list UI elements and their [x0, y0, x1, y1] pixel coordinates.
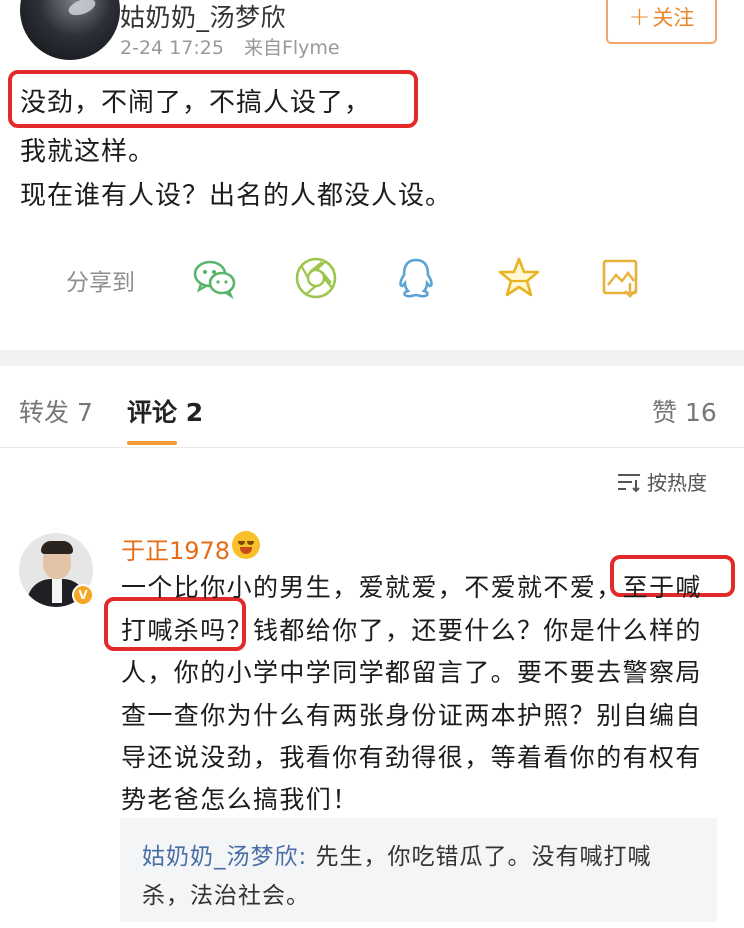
- comment-text-line: 导还说没劲，我看你有劲得很，等着看你的有权有: [121, 743, 702, 772]
- follow-label: 关注: [652, 6, 695, 30]
- qq-icon[interactable]: [393, 255, 439, 301]
- wechat-icon[interactable]: [192, 255, 238, 301]
- comment-text-line: 势老爸怎么搞我们！: [121, 785, 359, 814]
- comment-text-line: 一个比你小的男生，爱就爱，不爱就不爱，至于喊: [121, 573, 702, 602]
- reply-text: 先生，你吃错瓜了。没有喊打喊: [307, 844, 652, 870]
- sort-by-hot-button[interactable]: 按热度: [616, 467, 707, 496]
- plus-icon: +: [628, 2, 651, 32]
- post-text-line: 现在谁有人设？出名的人都没人设。: [20, 181, 453, 211]
- reply-username[interactable]: 姑奶奶_汤梦欣:: [142, 844, 307, 870]
- post-meta: 2-24 17:25 来自Flyme: [120, 33, 354, 60]
- section-divider: [0, 350, 744, 366]
- reply-text-line-2: 杀，法治社会。: [142, 883, 310, 909]
- fan-emoji-icon: [232, 531, 260, 559]
- comment-text-line: 打喊杀吗？钱都给你了，还要什么？你是什么样的: [121, 616, 702, 645]
- follow-button[interactable]: + 关注: [606, 0, 717, 44]
- post-source: 来自Flyme: [243, 37, 340, 59]
- sort-icon: [618, 473, 640, 492]
- tab-repost[interactable]: 转发 7: [19, 393, 93, 429]
- post-timestamp: 2-24 17:25: [120, 37, 224, 59]
- commenter-username[interactable]: 于正1978: [121, 531, 230, 566]
- qzone-star-icon[interactable]: [496, 255, 542, 301]
- tab-comments[interactable]: 评论 2: [127, 393, 203, 429]
- active-tab-indicator: [127, 441, 177, 445]
- tab-divider: [0, 447, 744, 448]
- comment-text-line: 查一查你为什么有两张身份证两本护照？别自编自: [121, 701, 702, 730]
- post-text-line: 我就这样。: [20, 137, 156, 167]
- sort-label: 按热度: [647, 471, 707, 495]
- comment-text-line: 人，你的小学中学同学都留言了。要不要去警察局: [121, 658, 702, 687]
- poster-username[interactable]: 姑奶奶_汤梦欣: [120, 0, 286, 34]
- poster-avatar[interactable]: [20, 0, 120, 60]
- post-text-line: 没劲，不闹了，不搞人设了，: [20, 88, 372, 118]
- verified-badge: V: [72, 584, 94, 606]
- share-label: 分享到: [66, 270, 135, 296]
- moments-icon[interactable]: [293, 255, 339, 301]
- reply-text-line-1: 姑奶奶_汤梦欣: 先生，你吃错瓜了。没有喊打喊: [142, 837, 652, 871]
- save-image-icon[interactable]: [598, 255, 644, 301]
- tab-likes[interactable]: 赞 16: [652, 393, 717, 429]
